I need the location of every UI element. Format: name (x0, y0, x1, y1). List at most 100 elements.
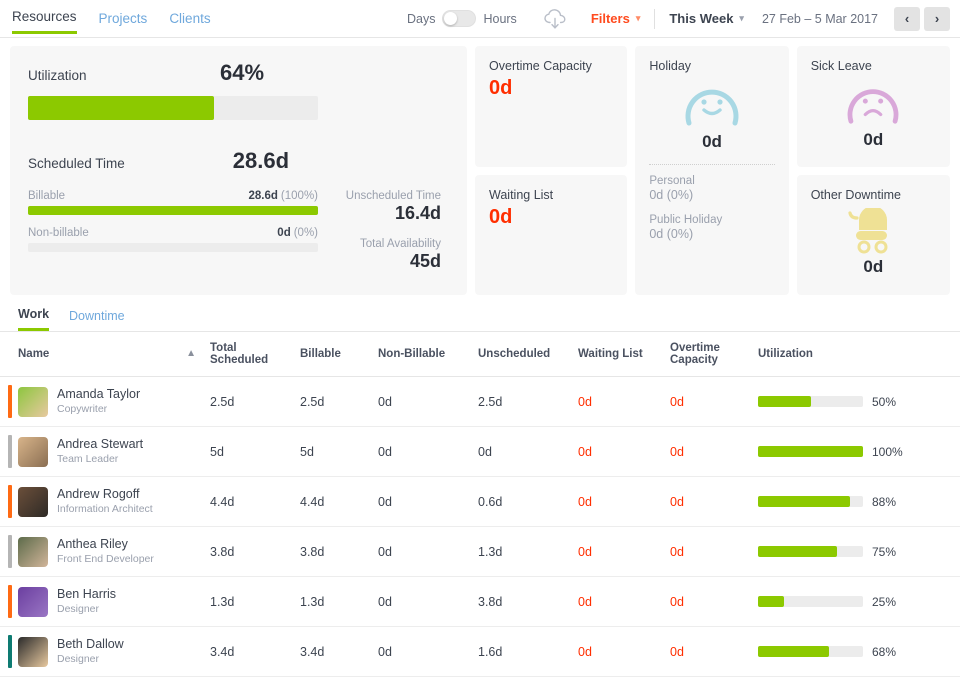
period-dropdown[interactable]: This Week ▾ (669, 11, 744, 26)
column-header-billable[interactable]: Billable (300, 332, 378, 377)
non-billable-value: 0d(0%) (277, 227, 318, 239)
cell-name[interactable]: Andrea StewartTeam Leader (0, 427, 210, 477)
cloud-download-icon[interactable] (543, 8, 569, 30)
non-billable-amount: 0d (277, 227, 290, 239)
table-row[interactable]: Ben HarrisDesigner1.3d1.3d0d3.8d0d0d25% (0, 577, 960, 627)
cell-name[interactable]: Anthea RileyFront End Developer (0, 527, 210, 577)
cell-name[interactable]: Ben HarrisDesigner (0, 577, 210, 627)
cell-total-scheduled: 3.8d (210, 527, 300, 577)
utilization-row: Utilization 64% (28, 60, 449, 86)
column-header-waiting-list[interactable]: Waiting List (578, 332, 670, 377)
cell-waiting-list: 0d (578, 577, 670, 627)
column-header-total-scheduled[interactable]: Total Scheduled (210, 332, 300, 377)
cell-waiting-list: 0d (578, 627, 670, 677)
top-bar-controls: Days Hours Filters ▾ This Week ▾ 27 Feb … (407, 7, 950, 31)
waiting-list-label: Waiting List (489, 188, 613, 202)
days-hours-toggle-group[interactable]: Days Hours (407, 10, 517, 27)
cell-unscheduled: 2.5d (478, 377, 578, 427)
avatar (18, 637, 48, 667)
overtime-capacity-value: 0d (489, 77, 613, 100)
cell-total-scheduled: 1.3d (210, 577, 300, 627)
row-utilization-percent: 68% (872, 645, 896, 659)
table-row[interactable]: Anthea RileyFront End Developer3.8d3.8d0… (0, 527, 960, 577)
filters-dropdown[interactable]: Filters ▾ (591, 11, 641, 26)
person-name: Anthea Riley (57, 537, 154, 553)
person-name: Beth Dallow (57, 637, 124, 653)
cell-unscheduled: 3.8d (478, 577, 578, 627)
public-holiday-label: Public Holiday (649, 214, 774, 226)
row-utilization-percent: 25% (872, 595, 896, 609)
tab-work[interactable]: Work (18, 307, 49, 331)
sick-leave-figure: 0d (811, 79, 936, 150)
row-accent-bar (8, 535, 12, 568)
tab-downtime[interactable]: Downtime (69, 309, 125, 330)
cell-non-billable: 0d (378, 527, 478, 577)
column-header-non-billable[interactable]: Non-Billable (378, 332, 478, 377)
nav-tab-projects[interactable]: Projects (99, 5, 148, 33)
nav-tab-clients[interactable]: Clients (169, 5, 210, 33)
personal-holiday-percent: (0%) (667, 188, 693, 202)
date-range-label: 27 Feb – 5 Mar 2017 (762, 12, 878, 26)
toolbar-divider (654, 9, 655, 29)
column-header-unscheduled[interactable]: Unscheduled (478, 332, 578, 377)
cell-name[interactable]: Andrew RogoffInformation Architect (0, 477, 210, 527)
holiday-card: Holiday 0d Personal 0d (0%) Public (635, 46, 788, 295)
scheduled-time-value: 28.6d (233, 148, 289, 174)
sort-ascending-icon: ▲ (186, 348, 206, 359)
cell-total-scheduled: 3.4d (210, 627, 300, 677)
personal-holiday-label: Personal (649, 175, 774, 187)
scheduled-time-label: Scheduled Time (28, 156, 125, 171)
cell-unscheduled: 1.6d (478, 627, 578, 677)
cell-billable: 1.3d (300, 577, 378, 627)
holiday-value: 0d (702, 132, 722, 152)
table-row[interactable]: Andrea StewartTeam Leader5d5d0d0d0d0d100… (0, 427, 960, 477)
person-role: Information Architect (57, 503, 153, 516)
cell-utilization: 50% (758, 377, 960, 427)
billable-value: 28.6d(100%) (249, 190, 319, 202)
cell-overtime-capacity: 0d (670, 577, 758, 627)
billable-breakdown: Billable 28.6d(100%) Non-billable 0d(0%) (28, 190, 318, 272)
next-period-button[interactable]: › (924, 7, 950, 31)
billable-percent: (100%) (281, 190, 318, 202)
column-header-utilization[interactable]: Utilization (758, 332, 960, 377)
cell-utilization: 75% (758, 527, 960, 577)
cell-name[interactable]: Amanda TaylorCopywriter (0, 377, 210, 427)
cell-overtime-capacity: 0d (670, 427, 758, 477)
column-header-overtime-capacity[interactable]: Overtime Capacity (670, 332, 758, 377)
pram-icon (843, 208, 903, 254)
cell-waiting-list: 0d (578, 427, 670, 477)
row-utilization-percent: 50% (872, 395, 896, 409)
public-holiday-percent: (0%) (667, 227, 693, 241)
top-navigation-bar: Resources Projects Clients Days Hours Fi… (0, 0, 960, 38)
table-row[interactable]: Amanda TaylorCopywriter2.5d2.5d0d2.5d0d0… (0, 377, 960, 427)
overtime-capacity-label: Overtime Capacity (489, 59, 613, 73)
sick-leave-value: 0d (863, 130, 883, 150)
row-utilization-bar-fill (758, 496, 850, 507)
holiday-label: Holiday (649, 59, 774, 73)
table-row[interactable]: Beth DallowDesigner3.4d3.4d0d1.6d0d0d68% (0, 627, 960, 677)
overtime-capacity-card: Overtime Capacity 0d (475, 46, 627, 167)
cell-total-scheduled: 4.4d (210, 477, 300, 527)
sick-leave-card: Sick Leave 0d (797, 46, 950, 167)
cell-non-billable: 0d (378, 577, 478, 627)
row-accent-bar (8, 385, 12, 418)
other-downtime-card: Other Downtime 0d (797, 175, 950, 296)
non-billable-bar-track (28, 243, 318, 252)
nav-tab-resources[interactable]: Resources (12, 3, 77, 34)
non-billable-label: Non-billable (28, 227, 89, 239)
table-row[interactable]: Andrew RogoffInformation Architect4.4d4.… (0, 477, 960, 527)
days-hours-toggle[interactable] (442, 10, 476, 27)
cell-billable: 3.8d (300, 527, 378, 577)
cell-name[interactable]: Beth DallowDesigner (0, 627, 210, 677)
personal-holiday-value: 0d (0%) (649, 188, 774, 202)
row-utilization-bar-track (758, 396, 863, 407)
utilization-summary-card: Utilization 64% Scheduled Time 28.6d Bil… (10, 46, 467, 295)
row-accent-bar (8, 585, 12, 618)
table-tabs: Work Downtime (0, 301, 960, 332)
other-downtime-figure: 0d (811, 208, 936, 277)
public-holiday-amount: 0d (649, 227, 663, 241)
table-body: Amanda TaylorCopywriter2.5d2.5d0d2.5d0d0… (0, 377, 960, 677)
previous-period-button[interactable]: ‹ (894, 7, 920, 31)
column-header-name[interactable]: Name ▲ (0, 332, 210, 377)
cell-overtime-capacity: 0d (670, 377, 758, 427)
